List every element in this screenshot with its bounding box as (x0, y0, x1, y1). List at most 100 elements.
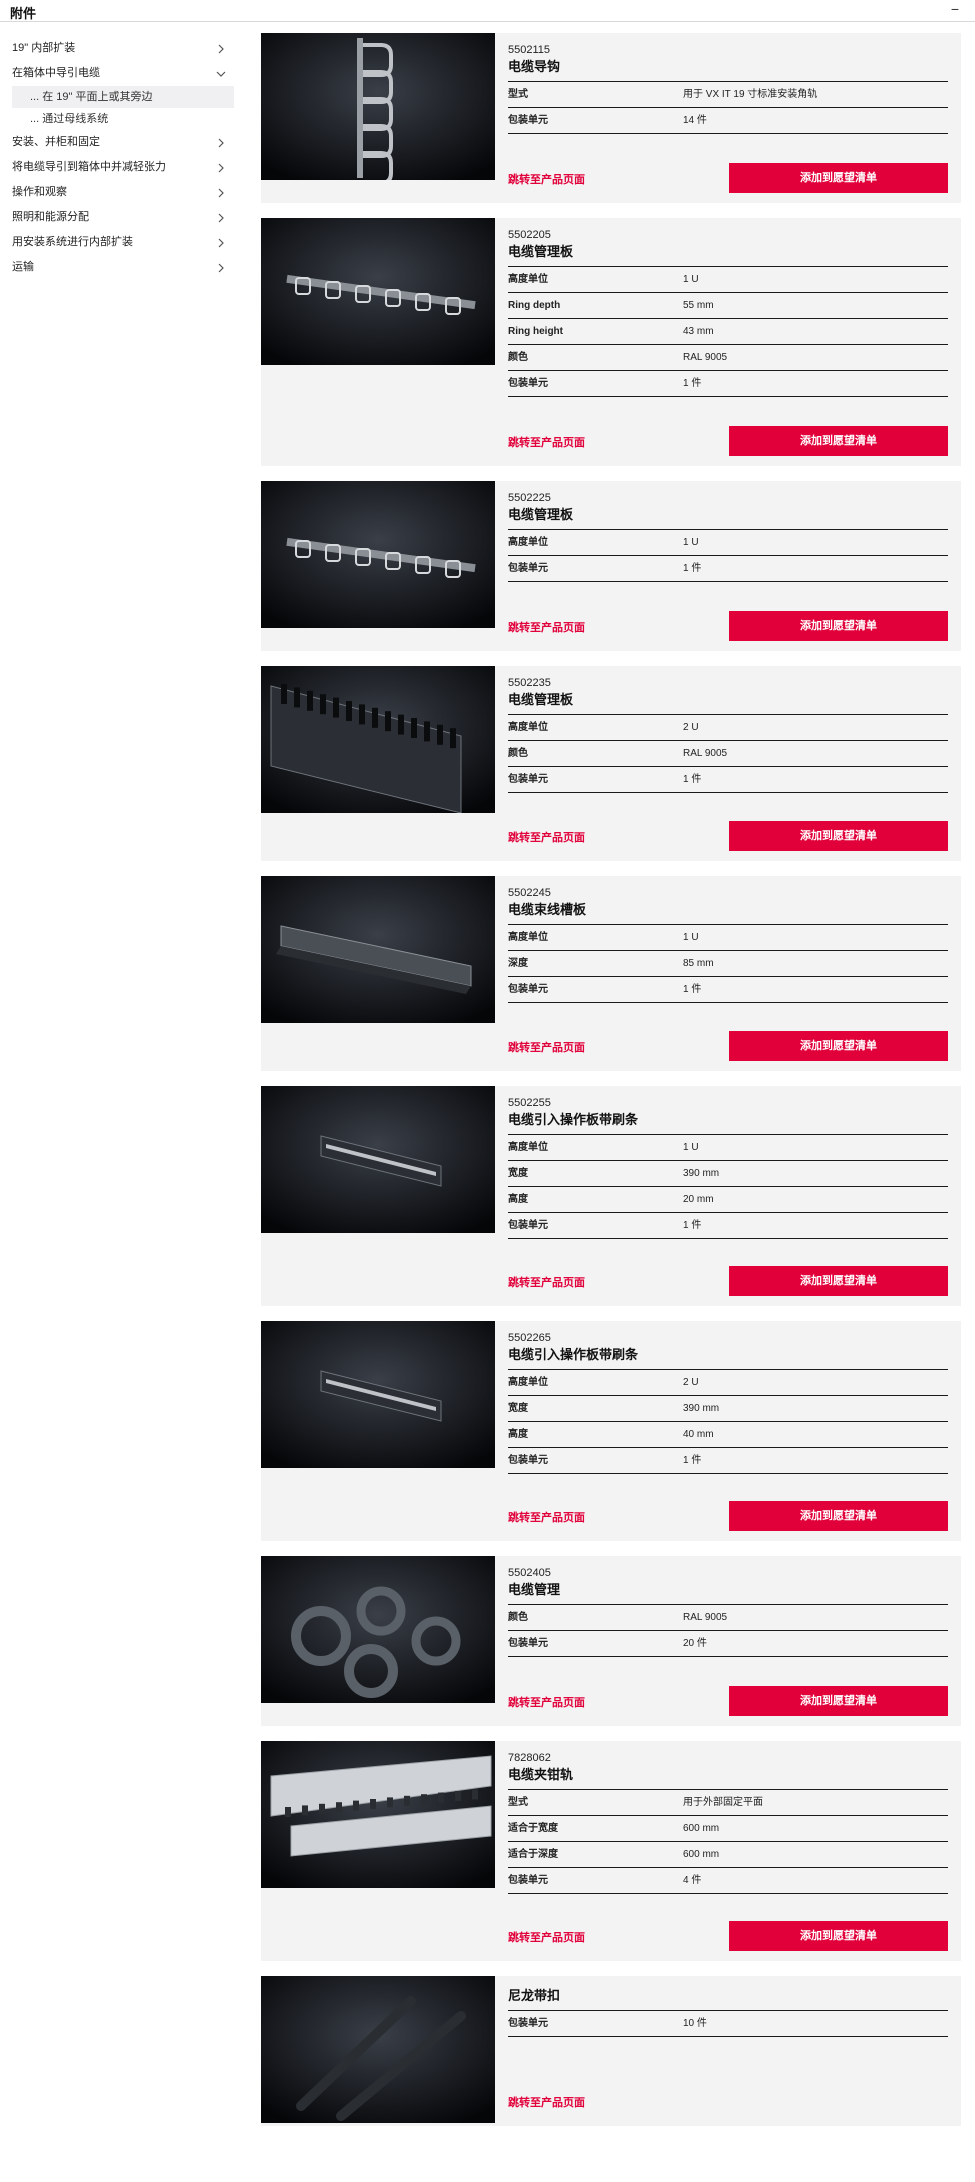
sidebar-subitem[interactable]: ... 在 19" 平面上或其旁边 (12, 86, 234, 108)
spec-row: Ring height 43 mm (508, 319, 948, 345)
product-actions: 跳转至产品页面 添加到愿望清单 (508, 1921, 948, 1951)
minus-icon[interactable]: − (951, 1, 959, 17)
add-to-wishlist-button[interactable]: 添加到愿望清单 (729, 426, 948, 456)
product-page-link[interactable]: 跳转至产品页面 (508, 1039, 585, 1055)
spec-label: 包装单元 (508, 774, 548, 785)
spec-value: RAL 9005 (683, 748, 728, 759)
product-page-link[interactable]: 跳转至产品页面 (508, 1694, 585, 1710)
cable-clamp-rail-image[interactable] (261, 1741, 495, 1888)
spec-value: 用于外部固定平面 (683, 1797, 763, 1808)
product-page-link[interactable]: 跳转至产品页面 (508, 829, 585, 845)
cable-duct-image[interactable] (261, 666, 495, 813)
spec-label: 包装单元 (508, 1455, 548, 1466)
cable-management-panel-image[interactable] (261, 218, 495, 365)
chevron-right-icon[interactable] (216, 36, 226, 61)
product-name: 尼龙带扣 (508, 1988, 561, 2003)
spec-row: 高度 40 mm (508, 1422, 948, 1448)
spec-label: 高度 (508, 1194, 528, 1205)
sidebar-item[interactable]: 用安装系统进行内部扩装 (12, 230, 234, 255)
cable-management-panel-image[interactable] (261, 481, 495, 628)
sidebar-item[interactable]: 安装、并柜和固定 (12, 130, 234, 155)
product-page-link[interactable]: 跳转至产品页面 (508, 1509, 585, 1525)
product-page-link[interactable]: 跳转至产品页面 (508, 619, 585, 635)
nylon-strap-image[interactable] (261, 1976, 495, 2123)
product-page-link[interactable]: 跳转至产品页面 (508, 171, 585, 187)
sidebar-item[interactable]: 将电缆导引到箱体中并减轻张力 (12, 155, 234, 180)
sidebar-item-label: 运输 (12, 261, 34, 273)
spec-value: 14 件 (683, 115, 707, 126)
product-name: 电缆管理板 (508, 244, 574, 259)
product-actions: 跳转至产品页面 添加到愿望清单 (508, 1266, 948, 1296)
brush-strip-panel-image[interactable] (261, 1321, 495, 1468)
sidebar-item[interactable]: 运输 (12, 255, 234, 280)
chevron-right-icon[interactable] (216, 255, 226, 280)
spec-value: 2 U (683, 722, 699, 733)
product-number: 5502225 (508, 492, 551, 504)
brush-strip-panel-image[interactable] (261, 1086, 495, 1233)
spec-row: 包装单元 20 件 (508, 1631, 948, 1657)
cable-hook-image[interactable] (261, 33, 495, 180)
add-to-wishlist-button[interactable]: 添加到愿望清单 (729, 1921, 948, 1951)
product-name: 电缆管理板 (508, 507, 574, 522)
spec-table: 高度单位 1 U 包装单元 1 件 (508, 529, 948, 582)
add-to-wishlist-button[interactable]: 添加到愿望清单 (729, 163, 948, 193)
product-card: 5502205 电缆管理板 高度单位 1 U Ring depth 55 mm Ring h… (261, 218, 961, 466)
sidebar-item[interactable]: 19" 内部扩装 (12, 36, 234, 61)
spec-label: 宽度 (508, 1403, 528, 1414)
spec-label: 型式 (508, 89, 528, 100)
spec-row: 高度单位 1 U (508, 925, 948, 951)
chevron-right-icon[interactable] (216, 205, 226, 230)
spec-row: Ring depth 55 mm (508, 293, 948, 319)
sidebar-item[interactable]: 操作和观察 (12, 180, 234, 205)
chevron-right-icon[interactable] (216, 230, 226, 255)
product-name: 电缆引入操作板带刷条 (508, 1112, 639, 1127)
spec-label: 高度单位 (508, 537, 548, 548)
spec-value: 10 件 (683, 2018, 707, 2029)
product-number: 5502245 (508, 887, 551, 899)
add-to-wishlist-button[interactable]: 添加到愿望清单 (729, 1686, 948, 1716)
spec-row: 高度单位 1 U (508, 267, 948, 293)
product-actions: 跳转至产品页面 添加到愿望清单 (508, 426, 948, 456)
sidebar-item[interactable]: 在箱体中导引电缆 (12, 61, 234, 86)
add-to-wishlist-button[interactable]: 添加到愿望清单 (729, 1266, 948, 1296)
product-info: 5502225 电缆管理板高度单位 1 U 包装单元 1 件 (508, 491, 948, 582)
cable-management-clips-image[interactable] (261, 1556, 495, 1703)
product-actions: 跳转至产品页面 添加到愿望清单 (508, 1501, 948, 1531)
spec-value: 用于 VX IT 19 寸标准安装角轨 (683, 89, 818, 100)
product-page-link[interactable]: 跳转至产品页面 (508, 1929, 585, 1945)
product-number: 5502115 (508, 44, 551, 56)
sidebar-subitem[interactable]: ... 通过母线系统 (12, 108, 234, 130)
product-page-link[interactable]: 跳转至产品页面 (508, 2094, 585, 2110)
product-page-link[interactable]: 跳转至产品页面 (508, 434, 585, 450)
cable-tray-panel-image[interactable] (261, 876, 495, 1023)
add-to-wishlist-button[interactable]: 添加到愿望清单 (729, 1031, 948, 1061)
spec-value: 4 件 (683, 1875, 702, 1886)
spec-table: 高度单位 2 U 颜色 RAL 9005 包装单元 1 件 (508, 714, 948, 793)
chevron-down-icon[interactable] (216, 61, 226, 86)
add-to-wishlist-button[interactable]: 添加到愿望清单 (729, 1501, 948, 1531)
chevron-right-icon[interactable] (216, 130, 226, 155)
product-name: 电缆管理 (508, 1582, 561, 1597)
sidebar-item[interactable]: 照明和能源分配 (12, 205, 234, 230)
product-number: 5502235 (508, 677, 551, 689)
spec-label: 深度 (508, 958, 528, 969)
spec-value: 1 U (683, 932, 699, 943)
chevron-right-icon[interactable] (216, 155, 226, 180)
product-page-link[interactable]: 跳转至产品页面 (508, 1274, 585, 1290)
spec-row: 包装单元 1 件 (508, 371, 948, 397)
product-card: 5502265 电缆引入操作板带刷条 高度单位 2 U 宽度 390 mm 高度 40 mm 包… (261, 1321, 961, 1541)
add-to-wishlist-button[interactable]: 添加到愿望清单 (729, 821, 948, 851)
spec-value: 1 U (683, 274, 699, 285)
spec-row: 包装单元 1 件 (508, 1213, 948, 1239)
add-to-wishlist-button[interactable]: 添加到愿望清单 (729, 611, 948, 641)
chevron-right-icon[interactable] (216, 180, 226, 205)
product-list: 5502115 电缆导钩型式 用于 VX IT 19 寸标准安装角轨包装单元 14 件… (261, 33, 961, 2141)
spec-row: 包装单元 1 件 (508, 1448, 948, 1474)
spec-label: 包装单元 (508, 563, 548, 574)
product-name: 电缆导钩 (508, 59, 561, 74)
product-name: 电缆夹钳轨 (508, 1767, 574, 1782)
spec-row: 高度单位 2 U (508, 715, 948, 741)
spec-label: 高度 (508, 1429, 528, 1440)
product-name: 电缆引入操作板带刷条 (508, 1347, 639, 1362)
spec-row: 颜色 RAL 9005 (508, 1605, 948, 1631)
